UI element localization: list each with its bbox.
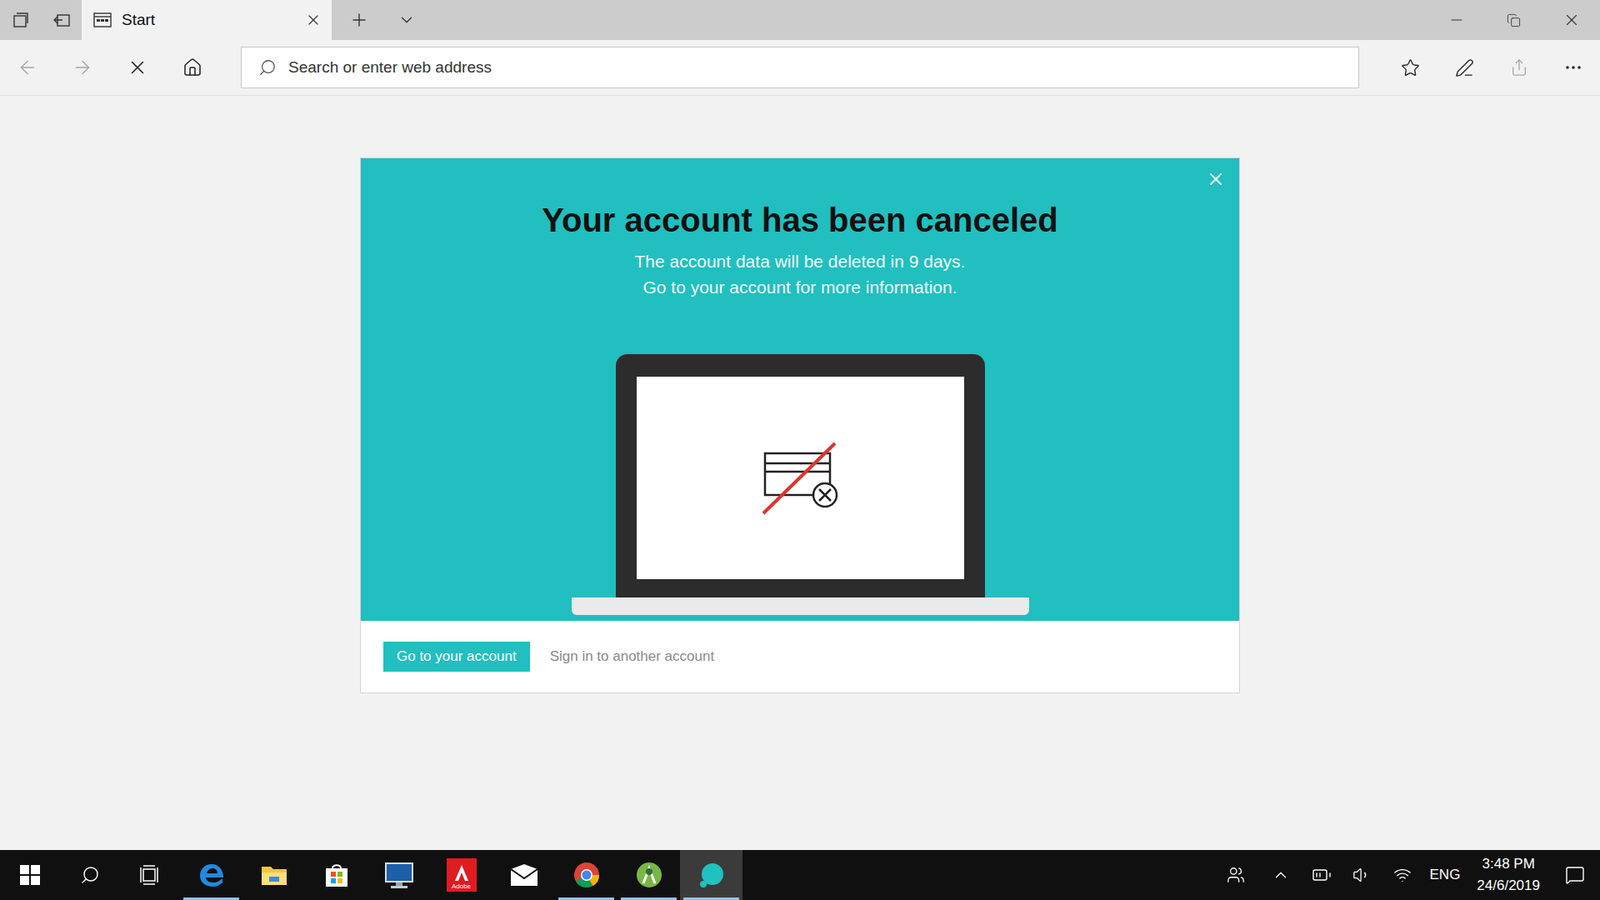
close-window-icon (1562, 10, 1581, 30)
page-icon (93, 12, 112, 28)
language-indicator[interactable]: ENG (1423, 864, 1468, 886)
close-window-button[interactable] (1542, 0, 1600, 40)
running-indicator (620, 897, 677, 900)
running-indicator (683, 897, 740, 900)
notifications-icon (1565, 865, 1585, 885)
taskbar-search-icon (80, 865, 100, 885)
minimize-icon (1448, 11, 1465, 29)
chevron-down-icon (397, 10, 416, 30)
plus-icon (349, 10, 370, 30)
favorites-button[interactable] (1383, 40, 1438, 95)
wifi-icon (1393, 865, 1412, 885)
tab-bar: Start (0, 0, 1600, 40)
page-content: Your account has been canceled The accoun… (0, 95, 1600, 850)
share-icon (1510, 58, 1529, 77)
address-placeholder: Search or enter web address (288, 55, 492, 80)
system-tray: ENG3:48 PM24/6/2019 (1211, 850, 1600, 900)
people-icon (1226, 865, 1245, 885)
task-view-button[interactable] (120, 850, 180, 900)
taskbar-app[interactable] (680, 850, 743, 900)
tab-label: Start (121, 8, 295, 33)
store-icon (323, 861, 350, 889)
battery-button[interactable] (1301, 865, 1342, 885)
restore-button[interactable] (1485, 0, 1543, 40)
taskbar-app[interactable] (180, 850, 243, 900)
address-bar[interactable]: Search or enter web address (240, 46, 1360, 89)
action-center-button[interactable] (1550, 865, 1600, 885)
taskbar-app[interactable] (242, 850, 305, 900)
people-button[interactable] (1211, 865, 1260, 885)
volume-icon (1352, 865, 1371, 885)
taskbar-app[interactable] (367, 850, 430, 900)
account-dialog: Your account has been canceled The accoun… (360, 157, 1240, 694)
forward-arrow-icon (71, 56, 94, 79)
dialog-footer: Go to your account Sign in to another acc… (360, 620, 1240, 693)
taskbar-app[interactable] (492, 850, 555, 900)
battery-icon (1311, 865, 1332, 885)
running-indicator (183, 897, 240, 900)
restore-icon (1506, 13, 1521, 28)
taskbar-app[interactable] (305, 850, 368, 900)
monitor-icon (383, 860, 415, 890)
volume-button[interactable] (1341, 865, 1382, 885)
clock[interactable]: 3:48 PM24/6/2019 (1466, 853, 1550, 897)
taskbar-app[interactable]: Adobe (430, 850, 493, 900)
chrome-icon (572, 860, 601, 890)
tabs-aside-button[interactable] (0, 0, 41, 40)
dialog-message: The account data will be deleted in 9 da… (635, 248, 966, 300)
running-indicator (558, 897, 615, 900)
nav-bar: Search or enter web address (0, 40, 1600, 96)
tab-preview-button[interactable] (386, 0, 427, 40)
minimize-button[interactable] (1427, 0, 1485, 40)
network-button[interactable] (1381, 865, 1424, 885)
go-to-account-button[interactable]: Go to your account (383, 641, 530, 672)
teal-app-icon (697, 860, 726, 890)
set-aside-icon (52, 11, 71, 29)
start-button[interactable] (0, 850, 60, 900)
pen-icon (1455, 58, 1475, 78)
browser-tab[interactable]: Start (81, 0, 332, 40)
back-arrow-icon (16, 56, 39, 79)
stop-icon (126, 56, 149, 79)
favorites-icon (1400, 58, 1420, 78)
taskbar: AdobeENG3:48 PM24/6/2019 (0, 850, 1600, 900)
dialog-close-icon[interactable] (1205, 169, 1226, 190)
taskbar-app[interactable] (617, 850, 680, 900)
search-button[interactable] (60, 850, 120, 900)
canceled-card-icon (760, 438, 840, 519)
show-hidden-icons[interactable] (1260, 865, 1302, 885)
chevron-up-icon (1271, 865, 1290, 885)
windows-icon (20, 865, 40, 885)
clock-date: 24/6/2019 (1476, 875, 1540, 897)
new-tab-button[interactable] (331, 0, 387, 40)
home-button[interactable] (165, 40, 220, 95)
edge-icon (197, 860, 226, 890)
sign-in-other-link[interactable]: Sign in to another account (550, 645, 715, 668)
more-button[interactable] (1545, 40, 1600, 95)
folder-icon (260, 862, 289, 888)
share-button[interactable] (1491, 40, 1546, 95)
android-studio-icon (635, 860, 664, 890)
mail-icon (509, 862, 540, 888)
tab-list-icon (12, 11, 30, 29)
dialog-title: Your account has been canceled (541, 200, 1058, 240)
close-tab-icon[interactable] (305, 11, 322, 29)
back-button[interactable] (0, 40, 55, 95)
screen: Start Search or enter web address Your acc… (0, 0, 1600, 900)
stop-button[interactable] (110, 40, 165, 95)
laptop-illustration (571, 354, 1030, 615)
forward-button[interactable] (55, 40, 110, 95)
search-icon (258, 58, 277, 77)
more-icon (1563, 57, 1584, 78)
taskbar-app[interactable] (555, 850, 618, 900)
adobe-icon: Adobe (446, 858, 477, 892)
home-icon (182, 57, 203, 78)
dialog-banner: Your account has been canceled The accoun… (360, 158, 1240, 621)
notes-button[interactable] (1437, 40, 1492, 95)
set-aside-button[interactable] (40, 0, 82, 40)
message-line: The account data will be deleted in 9 da… (635, 248, 966, 275)
clock-time: 3:48 PM (1482, 853, 1535, 875)
message-line: Go to your account for more information. (642, 274, 957, 300)
task-view-icon (139, 865, 161, 885)
